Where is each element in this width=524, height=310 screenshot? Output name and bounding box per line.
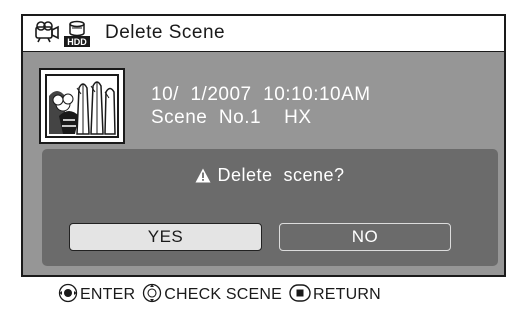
page-title: Delete Scene (105, 22, 226, 43)
scene-number: Scene No.1 HX (151, 107, 312, 128)
no-button[interactable]: NO (279, 223, 451, 251)
check-scene-label: CHECK SCENE (164, 286, 283, 303)
enter-label: ENTER (80, 286, 136, 303)
confirm-question-text: Delete scene? (217, 165, 345, 185)
return-label: RETURN (313, 286, 381, 303)
header-bar: HDD Delete Scene (23, 16, 504, 52)
camcorder-icon (33, 20, 61, 49)
dialog-screen: HDD Delete Scene 10/ 1/2007 10:10:10AM S… (21, 14, 506, 277)
stop-button-icon (289, 283, 311, 307)
button-guide: ENTER CHECK SCENE RETURN (58, 283, 388, 307)
yes-button[interactable]: YES (69, 223, 262, 251)
enter-dial-icon (58, 283, 78, 308)
confirm-question: Delete scene? (42, 165, 498, 188)
check-dial-icon (142, 283, 162, 308)
scene-datetime: 10/ 1/2007 10:10:10AM (151, 84, 371, 105)
confirm-dialog: Delete scene? YES NO (42, 149, 498, 266)
scene-thumbnail (39, 68, 125, 144)
warning-icon (195, 167, 211, 188)
hdd-label: HDD (67, 37, 87, 47)
hdd-icon: HDD (63, 20, 91, 53)
